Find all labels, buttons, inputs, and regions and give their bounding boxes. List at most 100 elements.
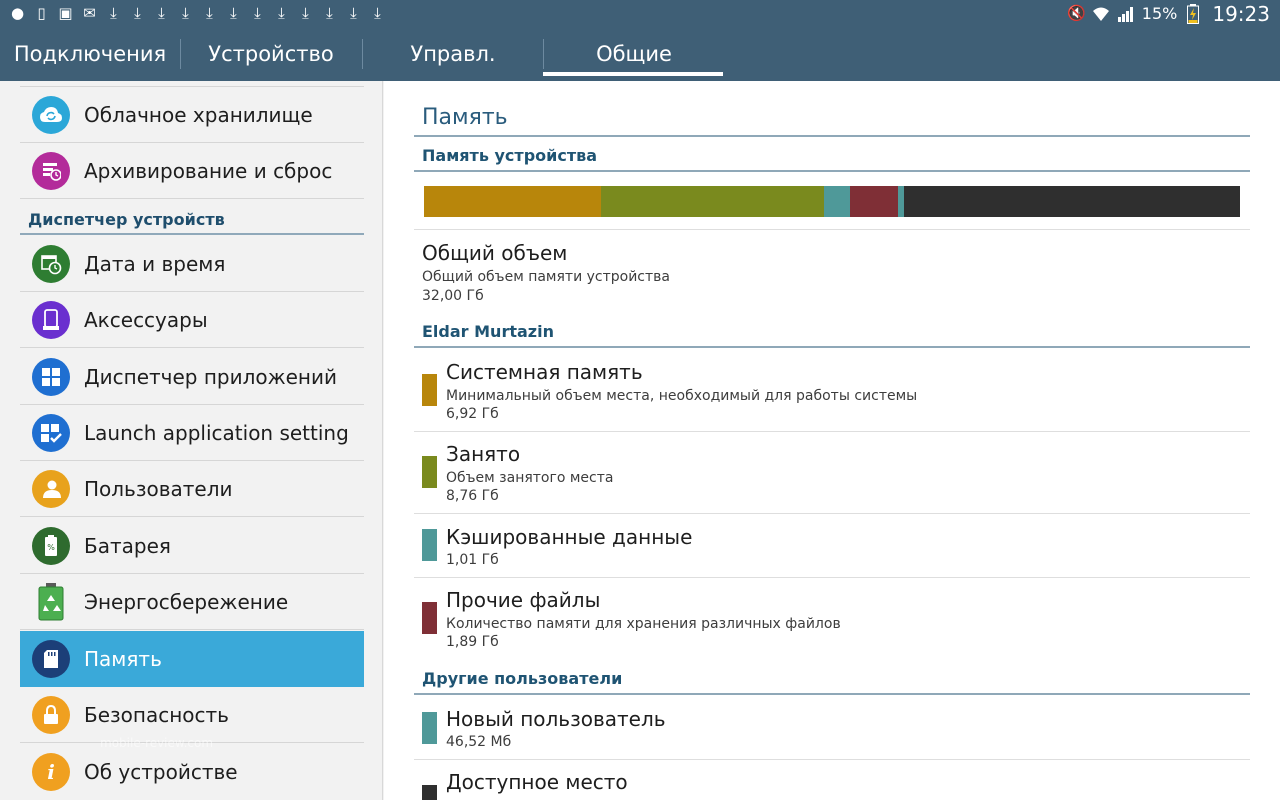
image-icon: ▣ bbox=[58, 3, 73, 22]
row-title: Занято bbox=[446, 442, 521, 466]
sidebar-item-label: Облачное хранилище bbox=[84, 102, 313, 127]
color-swatch bbox=[422, 785, 437, 800]
row-subtitle: Количество памяти для хранения различных… bbox=[446, 616, 841, 632]
download-icon: ⤓ bbox=[278, 3, 285, 22]
divider bbox=[414, 759, 1250, 760]
row-value: 1,89 Гб bbox=[446, 634, 499, 650]
sidebar-item-users[interactable]: Пользователи bbox=[20, 461, 364, 517]
sidebar-item-label: Пользователи bbox=[84, 476, 233, 501]
tab-device[interactable]: Устройство bbox=[181, 27, 361, 81]
wifi-icon bbox=[1092, 4, 1111, 23]
row-title: Прочие файлы bbox=[446, 588, 601, 612]
system-status: 🔇 15% 19:23 bbox=[1067, 0, 1270, 27]
row-title: Новый пользователь bbox=[446, 707, 666, 731]
accessory-icon bbox=[32, 300, 70, 339]
sidebar-item-cloud[interactable]: Облачное хранилище bbox=[20, 87, 364, 143]
row-title: Доступное место bbox=[446, 770, 628, 794]
sd-card-icon bbox=[32, 640, 70, 678]
row-title: Системная память bbox=[446, 360, 643, 384]
download-icon: ⤓ bbox=[374, 3, 381, 22]
sidebar-item-about[interactable]: i Об устройстве bbox=[20, 744, 364, 800]
color-swatch bbox=[422, 602, 437, 634]
download-icon: ⤓ bbox=[254, 3, 261, 22]
power-saving-icon bbox=[32, 582, 70, 621]
sidebar-item-label: Launch application setting bbox=[84, 420, 349, 445]
sidebar-item-power-saving[interactable]: Энергосбережение bbox=[20, 574, 364, 630]
active-tab-indicator bbox=[543, 72, 723, 76]
row-subtitle: Объем занятого места bbox=[446, 470, 614, 486]
person-icon: ● bbox=[10, 3, 25, 22]
apps-grid-icon bbox=[32, 357, 70, 396]
download-icon: ⤓ bbox=[182, 3, 189, 22]
sidebar-item-app-manager[interactable]: Диспетчер приложений bbox=[20, 349, 364, 405]
usage-segment-misc bbox=[849, 186, 898, 217]
tab-bar: Подключения Устройство Управл. Общие bbox=[0, 27, 1280, 81]
download-icon: ⤓ bbox=[158, 3, 165, 22]
signal-icon bbox=[1117, 4, 1136, 23]
notification-icons: ● ▯ ▣ ✉ ⤓ ⤓ ⤓ ⤓ ⤓ ⤓ ⤓ ⤓ ⤓ ⤓ ⤓ ⤓ bbox=[8, 2, 387, 24]
sidebar-item-label: Дата и время bbox=[84, 251, 226, 276]
sidebar-item-label: Энергосбережение bbox=[84, 589, 289, 614]
row-value: 1,01 Гб bbox=[446, 552, 499, 568]
download-icon: ⤓ bbox=[134, 3, 141, 22]
color-swatch bbox=[422, 712, 437, 744]
usage-segment-free bbox=[903, 186, 1240, 217]
storage-usage-bar bbox=[424, 186, 1240, 217]
sidebar-item-accessories[interactable]: Аксессуары bbox=[20, 292, 364, 348]
sidebar-item-label: Архивирование и сброс bbox=[84, 158, 333, 183]
users-icon bbox=[32, 469, 70, 508]
sidebar-item-battery[interactable]: % Батарея bbox=[20, 518, 364, 574]
divider bbox=[414, 577, 1250, 578]
battery-charging-icon bbox=[1183, 3, 1202, 24]
row-subtitle: Минимальный объем места, необходимый для… bbox=[446, 388, 918, 404]
download-icon: ⤓ bbox=[230, 3, 237, 22]
sidebar-item-label: Аксессуары bbox=[84, 307, 208, 332]
row-title: Общий объем bbox=[422, 241, 568, 265]
battery-icon: % bbox=[32, 526, 70, 565]
sidebar-item-security[interactable]: Безопасность bbox=[20, 687, 364, 743]
download-icon: ⤓ bbox=[326, 3, 333, 22]
divider bbox=[414, 431, 1250, 432]
row-value: 6,92 Гб bbox=[446, 406, 499, 422]
divider bbox=[414, 513, 1250, 514]
mail-icon: ✉ bbox=[83, 3, 96, 22]
download-icon: ⤓ bbox=[110, 3, 117, 22]
section-header-user: Eldar Murtazin bbox=[414, 316, 1250, 348]
row-title: Кэшированные данные bbox=[446, 525, 693, 549]
sidebar-item-label: Диспетчер приложений bbox=[84, 364, 338, 389]
status-bar: ● ▯ ▣ ✉ ⤓ ⤓ ⤓ ⤓ ⤓ ⤓ ⤓ ⤓ ⤓ ⤓ ⤓ ⤓ 🔇 15% 19… bbox=[0, 0, 1280, 27]
usage-segment-used bbox=[600, 186, 824, 217]
section-header-other-users: Другие пользователи bbox=[414, 663, 1250, 695]
battery-percent: 15% bbox=[1141, 4, 1178, 23]
usage-segment-cached bbox=[823, 186, 850, 217]
row-value: 46,52 Мб bbox=[446, 734, 512, 750]
sidebar-item-label: Батарея bbox=[84, 533, 171, 558]
sidebar-item-storage[interactable]: Память bbox=[20, 631, 364, 687]
sidebar-section-header: Диспетчер устройств bbox=[20, 205, 364, 235]
tab-connections[interactable]: Подключения bbox=[0, 27, 180, 81]
sidebar-item-label: Память bbox=[84, 647, 162, 671]
backup-reset-icon bbox=[32, 151, 70, 190]
settings-sidebar: Облачное хранилище Архивирование и сброс… bbox=[0, 81, 383, 800]
cloud-sync-icon bbox=[32, 95, 70, 134]
sidebar-item-launch-app-setting[interactable]: Launch application setting bbox=[20, 405, 364, 461]
usage-segment-system bbox=[424, 186, 601, 217]
row-value: 8,76 Гб bbox=[446, 488, 499, 504]
watermark: mobile-review.com bbox=[100, 736, 214, 750]
sidebar-item-label: Безопасность bbox=[84, 702, 229, 727]
download-icon: ⤓ bbox=[206, 3, 213, 22]
apps-check-icon bbox=[32, 413, 70, 452]
sidebar-item-backup-reset[interactable]: Архивирование и сброс bbox=[20, 143, 364, 199]
sidebar-item-label: Об устройстве bbox=[84, 760, 238, 784]
divider bbox=[414, 229, 1250, 230]
tab-controls[interactable]: Управл. bbox=[363, 27, 543, 81]
mute-icon: 🔇 bbox=[1066, 4, 1086, 22]
download-icon: ⤓ bbox=[350, 3, 357, 22]
calendar-clock-icon bbox=[32, 244, 70, 283]
color-swatch bbox=[422, 374, 437, 406]
sidebar-item-date-time[interactable]: Дата и время bbox=[20, 236, 364, 292]
clock: 19:23 bbox=[1212, 1, 1270, 26]
info-icon: i bbox=[32, 753, 70, 791]
page-title: Память bbox=[422, 105, 508, 130]
lock-icon bbox=[32, 695, 70, 734]
